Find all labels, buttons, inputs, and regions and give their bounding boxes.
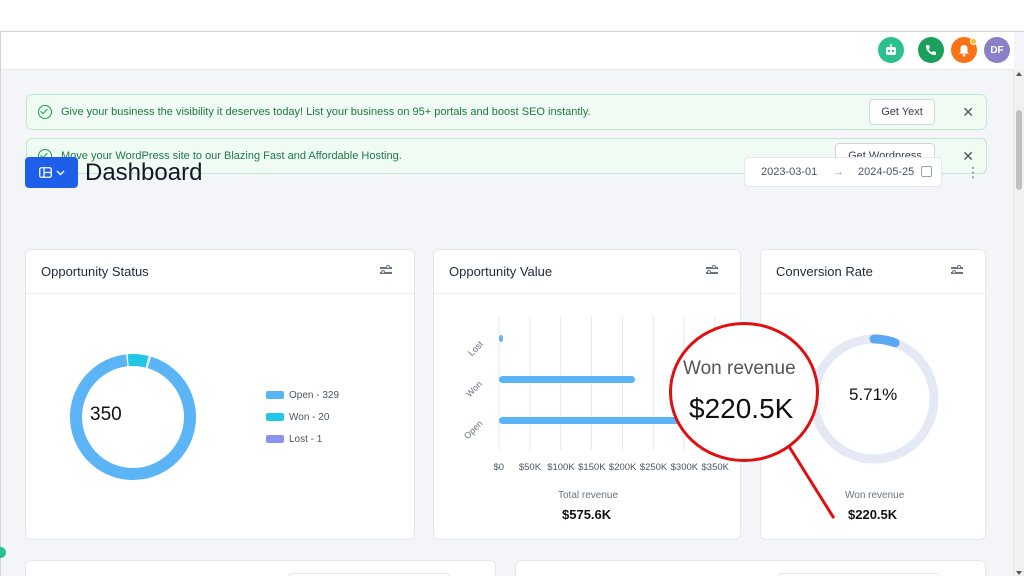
top-header: DF xyxy=(1,32,1014,70)
callout-label: Won revenue xyxy=(683,358,796,379)
callout-value: $220.5K xyxy=(689,393,794,424)
x-tick-label: $0 xyxy=(493,462,505,473)
scroll-down-arrow-icon[interactable] xyxy=(1016,571,1022,575)
won-revenue-label: Won revenue xyxy=(845,490,905,501)
banner-text: Give your business the visibility it des… xyxy=(61,106,591,118)
notifications-button[interactable] xyxy=(951,37,977,63)
top-strip xyxy=(0,0,1024,31)
x-tick-label: $50K xyxy=(518,462,542,473)
check-circle-icon xyxy=(38,105,52,119)
scroll-up-arrow-icon[interactable] xyxy=(1016,72,1022,76)
filter-icon[interactable] xyxy=(951,265,963,275)
legend-item-lost[interactable]: Lost - 1 xyxy=(266,433,322,445)
card-title: Conversion Rate xyxy=(776,264,873,279)
avatar-initials: DF xyxy=(990,44,1004,56)
calendar-icon[interactable] xyxy=(921,166,932,177)
close-icon[interactable]: ✕ xyxy=(962,103,974,121)
x-tick-label: $100K xyxy=(547,462,575,473)
dashboard-switcher-button[interactable] xyxy=(25,157,78,188)
card-title: Opportunity Value xyxy=(449,264,553,279)
phone-button[interactable] xyxy=(918,37,944,63)
opportunity-status-donut xyxy=(70,354,196,480)
vertical-scrollbar[interactable] xyxy=(1013,70,1024,576)
promo-banner-yext: Give your business the visibility it des… xyxy=(26,94,987,130)
total-revenue-value: $575.6K xyxy=(562,507,612,522)
date-range-picker[interactable]: 2023-03-01 → 2024-05-25 xyxy=(744,157,942,187)
bottom-card-left xyxy=(25,560,496,576)
card-title: Opportunity Status xyxy=(41,264,149,279)
legend-swatch xyxy=(266,391,284,399)
bar-won[interactable] xyxy=(499,376,636,383)
notification-dot xyxy=(970,38,977,45)
legend-swatch xyxy=(266,435,284,443)
legend-item-open[interactable]: Open - 329 xyxy=(266,389,339,401)
bot-button[interactable] xyxy=(878,37,904,63)
donut-slice-won[interactable] xyxy=(127,354,149,368)
get-yext-button[interactable]: Get Yext xyxy=(869,99,935,125)
x-tick-label: $250K xyxy=(639,462,668,473)
total-revenue-label: Total revenue xyxy=(558,490,619,501)
conversion-rate-value: 5.71% xyxy=(849,385,898,404)
page-title: Dashboard xyxy=(85,159,203,186)
card-header: Conversion Rate xyxy=(761,250,985,294)
won-revenue-callout: Won revenue $220.5K xyxy=(669,322,819,462)
legend-label: Open - 329 xyxy=(289,389,340,401)
legend-swatch xyxy=(266,413,284,421)
screenshot-stage: DF Give your business the visibility it … xyxy=(0,0,1024,576)
x-tick-label: $300K xyxy=(670,462,699,473)
more-options-icon[interactable]: ⋮ xyxy=(966,163,980,181)
bar-lost[interactable] xyxy=(499,335,503,342)
card-header: Opportunity Value xyxy=(434,250,740,294)
ring-progress[interactable] xyxy=(869,334,900,348)
filter-icon[interactable] xyxy=(380,265,392,275)
chevron-down-icon xyxy=(56,170,64,175)
avatar[interactable]: DF xyxy=(984,37,1010,63)
bot-icon xyxy=(886,44,896,55)
phone-icon xyxy=(926,45,936,55)
bottom-card-right xyxy=(515,560,986,576)
legend-item-won[interactable]: Won - 20 xyxy=(266,411,329,423)
legend-label: Lost - 1 xyxy=(289,433,323,445)
date-from[interactable]: 2023-03-01 xyxy=(761,166,817,178)
bell-icon xyxy=(959,44,969,56)
x-tick-label: $200K xyxy=(608,462,637,473)
won-revenue-value: $220.5K xyxy=(848,507,898,522)
card-header: Opportunity Status xyxy=(26,250,414,294)
layout-icon xyxy=(38,167,52,178)
legend-label: Won - 20 xyxy=(289,411,330,423)
scroll-thumb[interactable] xyxy=(1016,110,1022,190)
donut-total: 350 xyxy=(90,404,122,425)
x-tick-label: $150K xyxy=(578,462,606,473)
filter-icon[interactable] xyxy=(706,265,718,275)
arrow-right-icon: → xyxy=(833,166,844,178)
x-tick-label: $350K xyxy=(701,462,729,473)
date-to[interactable]: 2024-05-25 xyxy=(858,166,914,178)
